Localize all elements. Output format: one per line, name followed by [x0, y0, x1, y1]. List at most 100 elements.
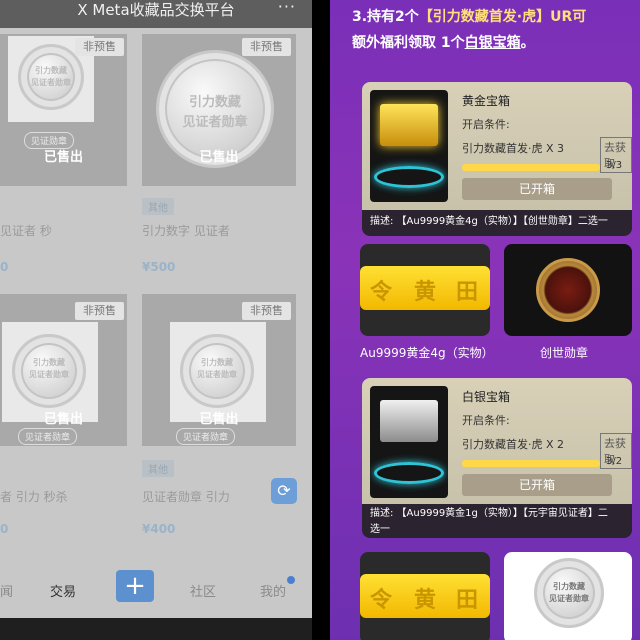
product-image: 引力数藏 见证者勋章 非预售 已售出 见证者勋章 — [0, 294, 127, 446]
nav-item-trade[interactable]: 交易 — [50, 581, 76, 600]
coin-text: 引力数藏 — [33, 358, 65, 367]
gold-bar-icon: 令 黄 田 — [360, 266, 490, 310]
sold-out-label: 已售出 — [199, 412, 239, 427]
notification-dot — [287, 576, 295, 584]
coin-text: 引力数藏 — [188, 95, 241, 110]
gold-glyph: 田 — [456, 280, 479, 305]
pedestal-icon — [374, 166, 444, 188]
coin-image: 引力数藏 见证者勋章 — [170, 322, 266, 422]
gold-glyph: 令 — [370, 280, 393, 305]
box-requirement: 引力数藏首发·虎 X 3 — [462, 142, 565, 155]
reward-label: Au9999黄金4g（实物） — [360, 346, 494, 360]
promo-text-part: 3.持有2个 — [352, 9, 419, 25]
coin-image: 引力数藏 见证者勋章 — [2, 322, 98, 422]
box-description: 描述: 【Au9999黄金1g（实物）】【元宇宙见证者】二 — [370, 508, 608, 519]
promo-text: 3.持有2个【引力数藏首发·虎】UR可 额外福利领取 1个白银宝箱。 — [352, 4, 638, 56]
box-requirement: 引力数藏首发·虎 X 2 — [462, 438, 565, 451]
category-tag: 其他 — [142, 460, 174, 477]
box-body: 白银宝箱 开启条件: 引力数藏首发·虎 X 2 去获取 3/2 已开箱 — [362, 378, 632, 504]
presale-badge: 非预售 — [242, 302, 291, 320]
coin-text: 见证者勋章 — [182, 115, 248, 130]
product-name[interactable]: 者 引力 秒杀 — [0, 488, 68, 505]
medal-pill: 见证者勋章 — [176, 428, 236, 445]
coin-text: 引力数藏 — [201, 358, 233, 367]
product-card[interactable]: 引力数藏 见证者勋章 非预售 见证勋章 已售出 — [0, 34, 127, 186]
product-image: 引力数藏 见证者勋章 非预售 已售出 见证者勋章 — [142, 294, 296, 446]
promo-text-part: 额外福利领取 1个 — [352, 35, 465, 51]
gold-glyph: 黄 — [414, 280, 437, 305]
sold-out-label: 已售出 — [43, 150, 83, 165]
promo-link[interactable]: 白银宝箱 — [465, 35, 521, 51]
opened-button[interactable]: 已开箱 — [462, 178, 612, 200]
product-price: 0 — [0, 260, 9, 274]
presale-badge: 非预售 — [75, 302, 124, 320]
product-price: ¥500 — [142, 260, 176, 274]
product-price: ¥400 — [142, 522, 176, 536]
box-name: 白银宝箱 — [462, 390, 511, 404]
nav-item-profile[interactable]: 我的 — [260, 581, 286, 600]
gold-glyph: 令 — [370, 588, 393, 613]
chest-icon — [380, 400, 438, 442]
product-name[interactable]: 见证者勋章 引力 — [142, 488, 230, 505]
app-title: X Meta收藏品交换平台 — [77, 1, 235, 19]
progress-count: 3/2 — [606, 456, 623, 467]
app-header: X Meta收藏品交换平台 ··· — [0, 0, 312, 28]
product-card[interactable]: 引力数藏 见证者勋章 非预售 已售出 见证者勋章 — [0, 294, 127, 446]
box-description: 选一 — [370, 524, 390, 535]
silver-chest-image — [370, 386, 448, 498]
gold-bar-reward[interactable]: 令 黄 田 — [360, 244, 490, 336]
silver-box-card: 白银宝箱 开启条件: 引力数藏首发·虎 X 2 去获取 3/2 已开箱 描述: … — [362, 378, 632, 538]
presale-badge: 非预售 — [75, 38, 124, 56]
add-icon[interactable]: + — [116, 570, 154, 602]
category-tag: 其他 — [142, 198, 174, 215]
witness-medal-reward[interactable]: 引力数藏 见证者勋章 — [504, 552, 632, 640]
presale-badge: 非预售 — [242, 38, 291, 56]
box-body: 黄金宝箱 开启条件: 引力数藏首发·虎 X 3 去获取 3/3 已开箱 — [362, 82, 632, 210]
dragon-medal-icon — [536, 258, 600, 322]
right-promo-screenshot: 3.持有2个【引力数藏首发·虎】UR可 额外福利领取 1个白银宝箱。 黄金宝箱 … — [330, 0, 640, 640]
coin-icon: 引力数藏 见证者勋章 — [12, 334, 86, 408]
nav-item-news[interactable]: 闻 — [0, 581, 13, 600]
box-description: 描述: 【Au9999黄金4g（实物）】【创世勋章】二选一 — [370, 216, 608, 227]
progress-bar — [462, 164, 600, 171]
gold-bar-icon: 令 黄 田 — [360, 574, 490, 618]
coin-text: 引力数藏 — [553, 582, 585, 591]
medal-reward[interactable] — [504, 244, 632, 336]
coin-text: 见证者勋章 — [197, 370, 237, 379]
coin-text: 见证者勋章 — [29, 370, 69, 379]
product-name[interactable]: 引力数字 见证者 — [142, 222, 230, 239]
product-image: 引力数藏 见证者勋章 非预售 已售出 — [142, 34, 296, 186]
product-price: 0 — [0, 522, 9, 536]
gold-glyph: 田 — [456, 588, 479, 613]
sold-out-label: 已售出 — [199, 150, 239, 165]
left-app-screenshot: X Meta收藏品交换平台 ··· 引力数藏 见证者勋章 非预售 见证勋章 已售… — [0, 0, 312, 640]
pedestal-icon — [374, 462, 444, 484]
product-card[interactable]: 引力数藏 见证者勋章 非预售 已售出 见证者勋章 — [142, 294, 296, 446]
opened-button[interactable]: 已开箱 — [462, 474, 612, 496]
medal-pill: 见证者勋章 — [18, 428, 78, 445]
more-icon[interactable]: ··· — [278, 0, 296, 15]
box-condition-label: 开启条件: — [462, 414, 510, 427]
chest-icon — [380, 104, 438, 146]
gold-bar-reward[interactable]: 令 黄 田 — [360, 552, 490, 640]
product-card[interactable]: 引力数藏 见证者勋章 非预售 已售出 — [142, 34, 296, 186]
coin-text: 见证者勋章 — [31, 78, 71, 87]
progress-bar — [462, 460, 600, 467]
coin-icon: 引力数藏 见证者勋章 — [534, 558, 604, 628]
gold-chest-image — [370, 90, 448, 202]
coin-icon: 引力数藏 见证者勋章 — [180, 334, 254, 408]
box-condition-label: 开启条件: — [462, 118, 510, 131]
system-bar — [0, 618, 312, 640]
promo-text-part: 。 — [520, 35, 535, 51]
coin-text: 引力数藏 — [35, 66, 67, 75]
product-image: 引力数藏 见证者勋章 非预售 见证勋章 已售出 — [0, 34, 127, 186]
promo-highlight: 【引力数藏首发·虎】UR可 — [418, 9, 587, 25]
product-name[interactable]: 见证者 秒 — [0, 222, 52, 239]
box-name: 黄金宝箱 — [462, 94, 511, 108]
sold-out-label: 已售出 — [43, 412, 83, 427]
gold-glyph: 黄 — [414, 588, 437, 613]
nav-item-community[interactable]: 社区 — [190, 581, 216, 600]
progress-count: 3/3 — [606, 160, 623, 171]
exchange-icon[interactable]: ⟳ — [271, 478, 297, 504]
reward-label: 创世勋章 — [540, 346, 589, 360]
